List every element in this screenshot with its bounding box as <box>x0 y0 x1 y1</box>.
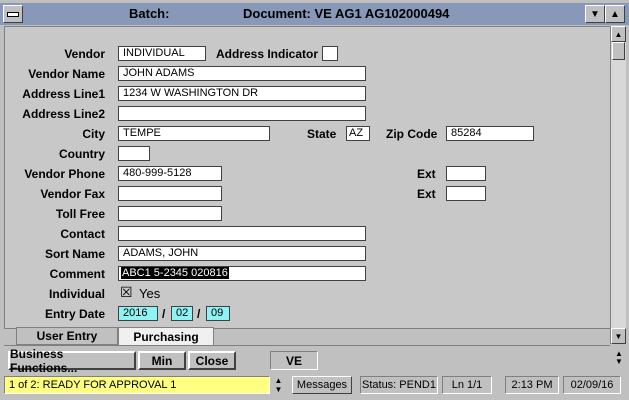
entry-year-field[interactable]: 2016 <box>118 306 158 321</box>
toll-free-label: Toll Free <box>55 207 105 221</box>
address-line1-field[interactable]: 1234 W WASHINGTON DR <box>118 86 366 101</box>
arrow-down-icon: ▼ <box>614 331 623 341</box>
maximize-button[interactable]: ▲ <box>605 5 625 23</box>
comment-field[interactable]: ABC1 5-2345 020816 <box>118 266 366 281</box>
status-message: 1 of 2: READY FOR APPROVAL 1 <box>4 376 270 394</box>
comment-selected-text: ABC1 5-2345 020816 <box>121 267 229 279</box>
window-titlebar: Batch: Document: VE AG1 AG102000494 ▼ ▲ <box>0 3 629 25</box>
country-label: Country <box>59 147 105 161</box>
comment-label: Comment <box>49 267 105 281</box>
triangle-down-icon: ▼ <box>590 8 600 20</box>
address-line2-label: Address Line2 <box>22 107 105 121</box>
toll-free-field[interactable] <box>118 206 222 221</box>
system-menu-icon <box>7 11 19 17</box>
vendor-fax-field[interactable] <box>118 186 222 201</box>
scroll-thumb[interactable] <box>612 42 625 60</box>
status-date: 02/09/16 <box>563 376 621 394</box>
phone-ext-label: Ext <box>417 167 436 181</box>
address-line2-field[interactable] <box>118 106 366 121</box>
sort-name-label: Sort Name <box>44 247 105 261</box>
batch-label: Batch: <box>129 6 170 21</box>
contact-label: Contact <box>60 227 105 241</box>
contact-field[interactable] <box>118 226 366 241</box>
entry-day-field[interactable]: 09 <box>206 306 230 321</box>
arrow-up-icon: ▲ <box>614 29 623 39</box>
fax-ext-field[interactable] <box>446 186 486 201</box>
country-field[interactable] <box>118 146 150 161</box>
zip-code-field[interactable]: 85284 <box>446 126 534 141</box>
address-indicator-label: Address Indicator <box>216 47 319 61</box>
scroll-down-button[interactable]: ▼ <box>611 328 626 344</box>
minimize-button[interactable]: ▼ <box>585 5 605 23</box>
spin-up-icon: ▲ <box>274 376 283 385</box>
tab-user-entry[interactable]: User Entry <box>16 327 118 345</box>
vendor-fax-label: Vendor Fax <box>40 187 105 201</box>
entry-month-field[interactable]: 02 <box>171 306 193 321</box>
fax-ext-label: Ext <box>417 187 436 201</box>
triangle-up-icon: ▲ <box>610 8 620 20</box>
vendor-phone-field[interactable]: 480-999-5128 <box>118 166 222 181</box>
vendor-name-label: Vendor Name <box>28 67 105 81</box>
city-label: City <box>82 127 105 141</box>
spin-down-icon: ▼ <box>274 385 283 394</box>
state-label: State <box>307 127 337 141</box>
vendor-phone-label: Vendor Phone <box>24 167 105 181</box>
city-field[interactable]: TEMPE <box>118 126 270 141</box>
vendor-name-field[interactable]: JOHN ADAMS <box>118 66 366 81</box>
system-menu-button[interactable] <box>3 5 23 23</box>
vendor-field[interactable]: INDIVIDUAL <box>118 46 206 61</box>
zip-code-label: Zip Code <box>386 127 438 141</box>
entry-date-label: Entry Date <box>44 307 105 321</box>
vertical-scrollbar[interactable]: ▲ ▼ <box>610 26 626 344</box>
messages-button[interactable]: Messages <box>292 376 352 394</box>
date-separator: / <box>162 307 166 321</box>
doc-type-indicator: VE <box>270 351 318 370</box>
individual-value: Yes <box>139 286 161 301</box>
line-indicator: Ln 1/1 <box>442 376 492 394</box>
min-button[interactable]: Min <box>138 351 186 370</box>
sort-name-field[interactable]: ADAMS, JOHN <box>118 246 366 261</box>
message-spinner[interactable]: ▲ ▼ <box>271 376 286 394</box>
individual-label: Individual <box>48 287 105 301</box>
address-line1-label: Address Line1 <box>22 87 105 101</box>
scroll-up-button[interactable]: ▲ <box>611 26 626 42</box>
document-title: Document: VE AG1 AG102000494 <box>243 6 450 21</box>
business-functions-button[interactable]: Business Functions... <box>8 347 136 375</box>
address-indicator-field[interactable] <box>322 46 338 61</box>
status-code: Status: PEND1 <box>360 376 438 394</box>
tab-purchasing[interactable]: Purchasing <box>118 327 214 345</box>
state-field[interactable]: AZ <box>346 126 370 141</box>
date-separator: / <box>197 307 201 321</box>
resize-grip-icon[interactable]: ▲ ▼ <box>612 350 626 370</box>
close-button[interactable]: Close <box>188 351 236 370</box>
individual-checkbox[interactable]: ☒ <box>120 284 133 301</box>
phone-ext-field[interactable] <box>446 166 486 181</box>
vendor-label: Vendor <box>64 47 105 61</box>
status-time: 2:13 PM <box>505 376 559 394</box>
